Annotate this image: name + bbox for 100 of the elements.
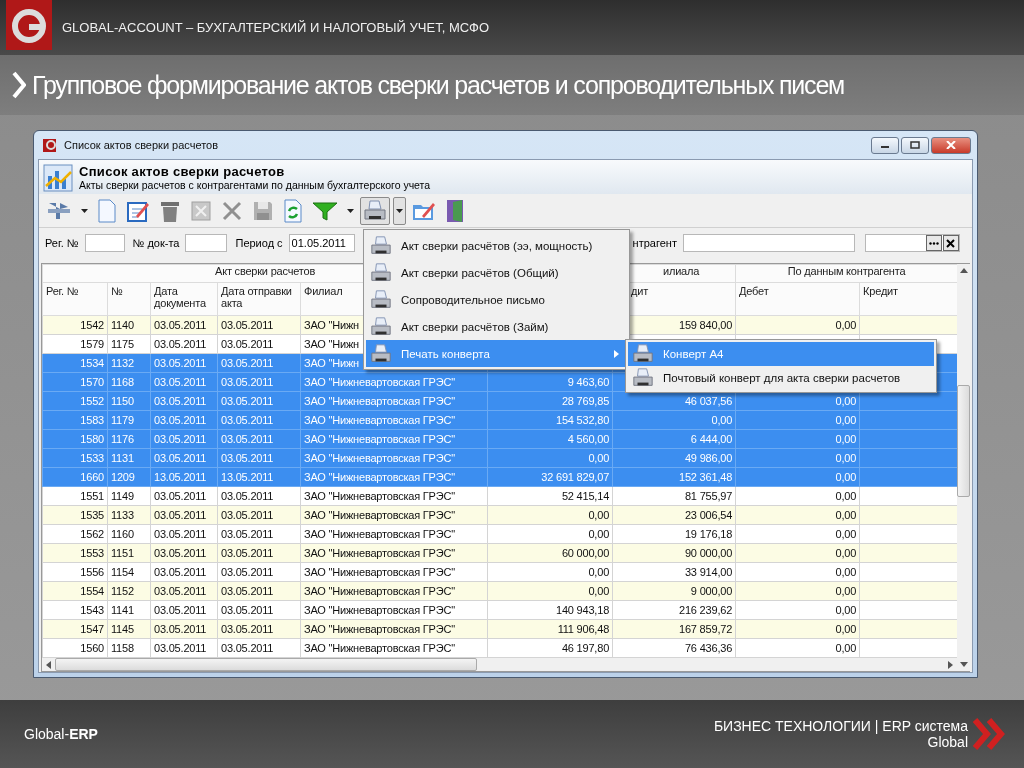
horizontal-scrollbar[interactable] xyxy=(42,658,957,671)
table-cell: 28 769,85 xyxy=(561,395,610,407)
table-cell: 03.05.2011 xyxy=(221,623,274,635)
table-cell: 0,00 xyxy=(711,414,733,426)
table-cell: 216 239,62 xyxy=(679,604,733,616)
table-cell: 1556 xyxy=(80,566,104,578)
table-cell: 23 006,54 xyxy=(684,509,733,521)
table-cell: 03.05.2011 xyxy=(221,414,274,426)
window-title: Список актов сверки расчетов xyxy=(64,139,219,151)
chart-icon xyxy=(43,162,73,192)
table-cell: 1533 xyxy=(80,452,104,464)
table-cell: 1168 xyxy=(111,376,134,388)
table-cell: ЗАО "Нижневартовская ГРЭС" xyxy=(304,642,455,654)
close-button[interactable] xyxy=(931,136,971,154)
table-row[interactable]: 1553 1151 03.05.2011 03.05.2011 ЗАО "Нижневартовская ГРЭС" 60 000,00 90 000,00 0,00 xyxy=(42,543,958,563)
printer-icon xyxy=(363,198,387,223)
table-cell: 03.05.2011 xyxy=(154,642,207,654)
table-cell: 1209 xyxy=(111,471,135,483)
filter-field[interactable] xyxy=(185,234,228,252)
table-cell: 03.05.2011 xyxy=(221,357,274,369)
table-cell: 1535 xyxy=(80,509,104,521)
table-row[interactable]: 1562 1160 03.05.2011 03.05.2011 ЗАО "Нижневартовская ГРЭС" 0,00 19 176,18 0,00 xyxy=(42,524,958,544)
slide-subtitle: GLOBAL-ACCOUNT – БУХГАЛТЕРСКИЙ И НАЛОГОВЫЙ УЧЕТ, МСФО xyxy=(62,20,490,35)
table-row[interactable]: 1551 1149 03.05.2011 03.05.2011 ЗАО "Нижневартовская ГРЭС" 52 415,14 81 755,97 0,00 xyxy=(42,486,958,506)
table-cell: 1579 xyxy=(80,338,104,350)
table-cell: 03.05.2011 xyxy=(154,623,207,635)
table-row[interactable]: 1547 1145 03.05.2011 03.05.2011 ЗАО "Нижневартовская ГРЭС" 111 906,48 167 859,72 0,00 xyxy=(42,619,958,639)
table-cell: 0,00 xyxy=(835,585,857,597)
menu-item[interactable]: Акт сверки расчётов (ээ, мощность) xyxy=(366,232,627,259)
filter-field[interactable] xyxy=(84,234,125,252)
filter-field[interactable]: 01.05.2011 xyxy=(288,234,355,252)
more-button[interactable] xyxy=(925,235,942,251)
print-tool-button[interactable] xyxy=(360,196,390,225)
table-cell: 49 986,00 xyxy=(684,452,733,464)
table-cell: 0,00 xyxy=(835,414,857,426)
slide-title: Групповое формирование актов сверки расчетов и сопроводительных писем xyxy=(32,70,845,100)
table-cell: 1554 xyxy=(80,585,104,597)
table-cell: 1132 xyxy=(111,357,134,369)
table-row[interactable]: 1535 1133 03.05.2011 03.05.2011 ЗАО "Нижневартовская ГРЭС" 0,00 23 006,54 0,00 xyxy=(42,505,958,525)
table-cell: 1552 xyxy=(80,395,104,407)
table-cell: 0,00 xyxy=(835,319,857,331)
caret-icon xyxy=(347,208,354,213)
picker-field[interactable] xyxy=(864,234,960,252)
column-header[interactable]: Дата отправки акта xyxy=(217,282,301,316)
table-cell: ЗАО "Нижневартовская ГРЭС" xyxy=(304,414,455,426)
table-cell: 03.05.2011 xyxy=(154,509,207,521)
table-cell: ЗАО "Нижневартовская ГРЭС" xyxy=(304,623,455,635)
table-row[interactable]: 1554 1152 03.05.2011 03.05.2011 ЗАО "Нижневартовская ГРЭС" 0,00 9 000,00 0,00 xyxy=(42,581,958,601)
table-cell: 159 840,00 xyxy=(679,319,733,331)
scroll-up-icon[interactable] xyxy=(959,268,968,273)
table-cell: 03.05.2011 xyxy=(221,509,274,521)
table-cell: 1580 xyxy=(80,433,104,445)
scroll-down-icon[interactable] xyxy=(959,662,968,667)
table-cell: 19 176,18 xyxy=(684,528,733,540)
table-cell: 0,00 xyxy=(835,490,857,502)
table-cell: 13.05.2011 xyxy=(154,471,207,483)
table-cell: 1547 xyxy=(80,623,104,635)
table-cell: 03.05.2011 xyxy=(154,395,207,407)
table-cell: 1154 xyxy=(111,566,134,578)
table-cell: 1553 xyxy=(80,547,104,559)
filter-field[interactable] xyxy=(682,234,855,252)
scroll-left-icon[interactable] xyxy=(46,660,51,669)
table-row[interactable]: 1543 1141 03.05.2011 03.05.2011 ЗАО "Нижневартовская ГРЭС" 140 943,18 216 239,62 0,00 xyxy=(42,600,958,620)
table-cell: 1152 xyxy=(111,585,134,597)
caret-icon xyxy=(81,208,88,213)
table-cell: 46 197,80 xyxy=(561,642,610,654)
table-cell: ЗАО "Нижн xyxy=(304,357,359,369)
table-cell: 03.05.2011 xyxy=(154,338,207,350)
column-header[interactable]: Дата документа xyxy=(150,282,218,316)
ellipsis-icon xyxy=(928,241,939,245)
vertical-scrollbar[interactable] xyxy=(957,264,970,671)
maximize-button[interactable] xyxy=(901,136,929,154)
clear-button[interactable] xyxy=(942,235,959,251)
maximize-icon xyxy=(910,141,920,149)
column-header[interactable]: Кредит xyxy=(859,282,958,316)
table-cell: 1179 xyxy=(111,414,134,426)
table-cell: ЗАО "Нижневартовская ГРЭС" xyxy=(304,395,455,407)
table-cell: 1551 xyxy=(80,490,104,502)
table-cell: 03.05.2011 xyxy=(154,452,207,464)
tagline: Global xyxy=(927,734,968,750)
close-icon xyxy=(946,141,956,149)
table-cell: 0,00 xyxy=(835,623,857,635)
column-header[interactable]: Рег. № xyxy=(42,282,108,316)
app-icon xyxy=(42,137,58,153)
table-row[interactable]: 1556 1154 03.05.2011 03.05.2011 ЗАО "Нижневартовская ГРЭС" 0,00 33 914,00 0,00 xyxy=(42,562,958,582)
scroll-right-icon[interactable] xyxy=(948,660,953,669)
table-cell: 03.05.2011 xyxy=(221,395,274,407)
table-cell: 03.05.2011 xyxy=(221,338,274,350)
minimize-button[interactable] xyxy=(871,136,899,154)
table-cell: ЗАО "Нижневартовская ГРЭС" xyxy=(304,547,455,559)
table-cell: 1542 xyxy=(80,319,104,331)
table-row[interactable]: 1560 1158 03.05.2011 03.05.2011 ЗАО "Нижневартовская ГРЭС" 46 197,80 76 436,36 0,00 xyxy=(42,638,958,658)
caret-icon xyxy=(396,208,403,213)
table-cell: 1560 xyxy=(80,642,104,654)
dropdown-button[interactable] xyxy=(393,196,406,225)
table-cell: 0,00 xyxy=(835,566,857,578)
table-cell: 03.05.2011 xyxy=(154,566,207,578)
column-header[interactable]: Дебет xyxy=(735,282,860,316)
table-cell: 1158 xyxy=(111,642,134,654)
table-cell: 81 755,97 xyxy=(684,490,733,502)
